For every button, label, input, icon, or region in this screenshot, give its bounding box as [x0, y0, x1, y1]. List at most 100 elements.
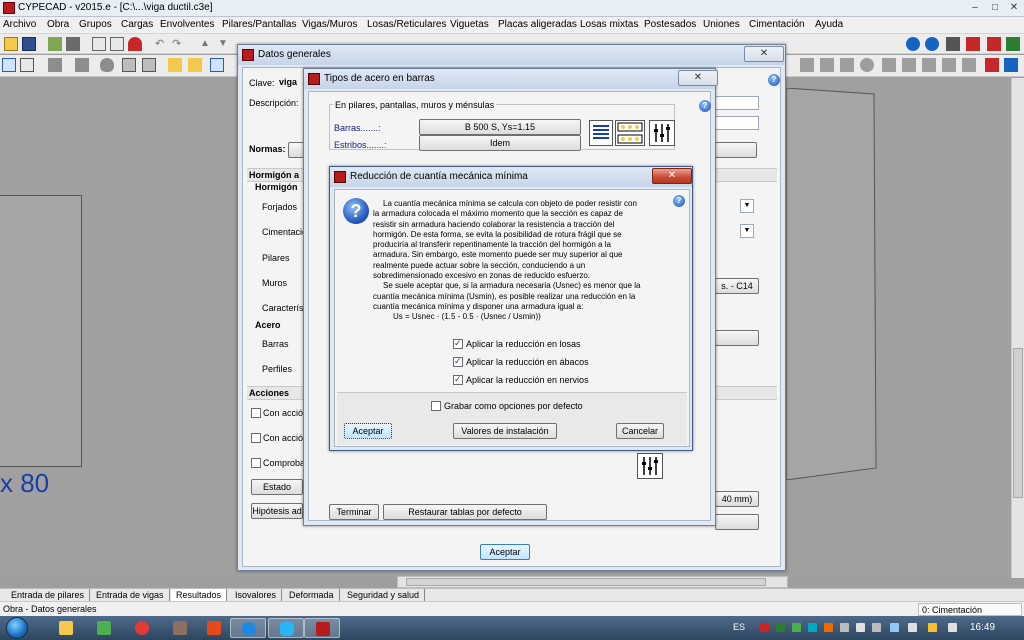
redo-icon[interactable]: ↷: [172, 37, 186, 51]
tray-network-icon[interactable]: [890, 623, 899, 632]
rotate-icon[interactable]: [840, 58, 854, 72]
help-icon[interactable]: [906, 37, 920, 51]
tray-cype-icon[interactable]: [760, 623, 769, 632]
taskbar-cypecad[interactable]: [304, 618, 340, 638]
layers2-icon[interactable]: [902, 58, 916, 72]
drop-icon[interactable]: [100, 58, 114, 72]
move-icon[interactable]: [800, 58, 814, 72]
copy-icon[interactable]: [820, 58, 834, 72]
box-icon[interactable]: [122, 58, 136, 72]
estado-button[interactable]: Estado: [251, 479, 303, 495]
cube-icon[interactable]: [142, 58, 156, 72]
taskbar-app2[interactable]: [86, 618, 122, 638]
estribos-steel-button[interactable]: Idem: [419, 135, 581, 151]
plan-view-icon[interactable]: [20, 58, 34, 72]
tree-icon[interactable]: [48, 37, 62, 51]
vertical-scrollbar[interactable]: [1011, 78, 1024, 578]
mm-button[interactable]: 40 mm): [715, 491, 759, 507]
arrow-down-icon[interactable]: ▼: [218, 37, 232, 51]
datos-generales-close-button[interactable]: ✕: [744, 46, 784, 62]
tab-entrada-pilares[interactable]: Entrada de pilares: [6, 589, 91, 601]
muros-c14-button[interactable]: s. - C14: [715, 278, 759, 294]
descripcion-field-right2[interactable]: [715, 116, 759, 130]
close-app-button[interactable]: ✕: [1005, 1, 1023, 15]
taskbar-explorer[interactable]: [48, 618, 84, 638]
datos-accept-button[interactable]: Aceptar: [480, 544, 530, 560]
menu-viguetas[interactable]: Viguetas: [450, 19, 489, 30]
column-icon[interactable]: [75, 58, 89, 72]
flag-icon[interactable]: [985, 58, 999, 72]
cimentacion-dropdown[interactable]: ▼: [740, 224, 754, 238]
menu-losas-mixtas[interactable]: Losas mixtas: [580, 19, 638, 30]
layers-icon[interactable]: [882, 58, 896, 72]
menu-envolventes[interactable]: Envolventes: [160, 19, 214, 30]
menu-uniones[interactable]: Uniones: [703, 19, 740, 30]
menu-grupos[interactable]: Grupos: [79, 19, 112, 30]
tray-volume-icon[interactable]: [908, 623, 917, 632]
magnet-icon[interactable]: [128, 37, 142, 51]
descripcion-field-right[interactable]: [715, 96, 759, 110]
reduccion-cancel-button[interactable]: Cancelar: [616, 423, 664, 439]
table-list-icon[interactable]: [589, 120, 613, 146]
accion-checkbox-1[interactable]: [251, 408, 261, 418]
datos-help-icon[interactable]: ?: [768, 74, 780, 86]
taskbar-app5[interactable]: [196, 618, 232, 638]
arrow-up-icon[interactable]: ▲: [200, 37, 214, 51]
accion-checkbox-2[interactable]: [251, 433, 261, 443]
reduccion-accept-button[interactable]: Aceptar: [344, 423, 392, 439]
menu-pilares-pantallas[interactable]: Pilares/Pantallas: [222, 19, 296, 30]
taskbar-chrome[interactable]: [124, 618, 160, 638]
barras-button[interactable]: [715, 330, 759, 346]
comprobar-checkbox[interactable]: [251, 458, 261, 468]
menu-cimentacion[interactable]: Cimentación: [749, 19, 805, 30]
tray-skype-icon[interactable]: [808, 623, 817, 632]
menu-ayuda[interactable]: Ayuda: [815, 19, 843, 30]
tray-flag-icon[interactable]: [872, 623, 881, 632]
tab-resultados[interactable]: Resultados: [171, 589, 228, 601]
tray-battery-icon[interactable]: [928, 623, 937, 632]
valores-instalacion-button[interactable]: Valores de instalación: [453, 423, 557, 439]
tab-deformada[interactable]: Deformada: [284, 589, 340, 601]
window-icon[interactable]: [962, 58, 976, 72]
tray-app2-icon[interactable]: [840, 623, 849, 632]
terminar-button[interactable]: Terminar: [329, 504, 379, 520]
forjados-dropdown[interactable]: ▼: [740, 199, 754, 213]
reduccion-losas-checkbox[interactable]: [453, 338, 463, 349]
taskbar-skype[interactable]: [268, 618, 304, 638]
tray-up-icon[interactable]: [856, 623, 865, 632]
tipos-acero-help-icon[interactable]: ?: [699, 100, 711, 112]
tray-monitor-icon[interactable]: [948, 623, 957, 632]
building-icon[interactable]: [188, 58, 202, 72]
select-plan-icon[interactable]: [2, 58, 16, 72]
calculator-icon[interactable]: [92, 37, 106, 51]
menu-placas-aligeradas[interactable]: Placas aligeradas: [498, 19, 577, 30]
taskbar-clock[interactable]: 16:49: [970, 622, 995, 633]
plugin-icon[interactable]: [1006, 37, 1020, 51]
reduccion-nervios-checkbox[interactable]: [453, 374, 463, 385]
hipotesis-button[interactable]: Hipótesis ad: [251, 503, 303, 519]
menu-obra[interactable]: Obra: [47, 19, 69, 30]
sliders-icon[interactable]: [649, 120, 675, 146]
restaurar-tablas-button[interactable]: Restaurar tablas por defecto: [383, 504, 547, 520]
save-icon[interactable]: [22, 37, 36, 51]
menu-vigas-muros[interactable]: Vigas/Muros: [302, 19, 357, 30]
clave-field[interactable]: viga: [277, 76, 303, 90]
bar-settings-icon[interactable]: [615, 120, 645, 146]
reduccion-help-icon[interactable]: ?: [673, 195, 685, 207]
reduccion-abacos-checkbox[interactable]: [453, 356, 463, 367]
grabar-defecto-checkbox[interactable]: [431, 401, 441, 411]
normas-button-right[interactable]: [715, 142, 757, 158]
minimize-button[interactable]: –: [966, 1, 984, 15]
export-icon[interactable]: [966, 37, 980, 51]
tray-language[interactable]: ES: [733, 622, 745, 632]
menu-archivo[interactable]: Archivo: [3, 19, 36, 30]
undo-icon[interactable]: ↶: [155, 37, 169, 51]
tray-sync-icon[interactable]: [792, 623, 801, 632]
tool-icon[interactable]: [66, 37, 80, 51]
stairs-icon[interactable]: [48, 58, 62, 72]
info-icon[interactable]: [925, 37, 939, 51]
menu-postesados[interactable]: Postesados: [644, 19, 696, 30]
sliders-icon-lower[interactable]: [637, 453, 663, 479]
tab-isovalores[interactable]: Isovalores: [230, 589, 283, 601]
tab-entrada-vigas[interactable]: Entrada de vigas: [91, 589, 170, 601]
